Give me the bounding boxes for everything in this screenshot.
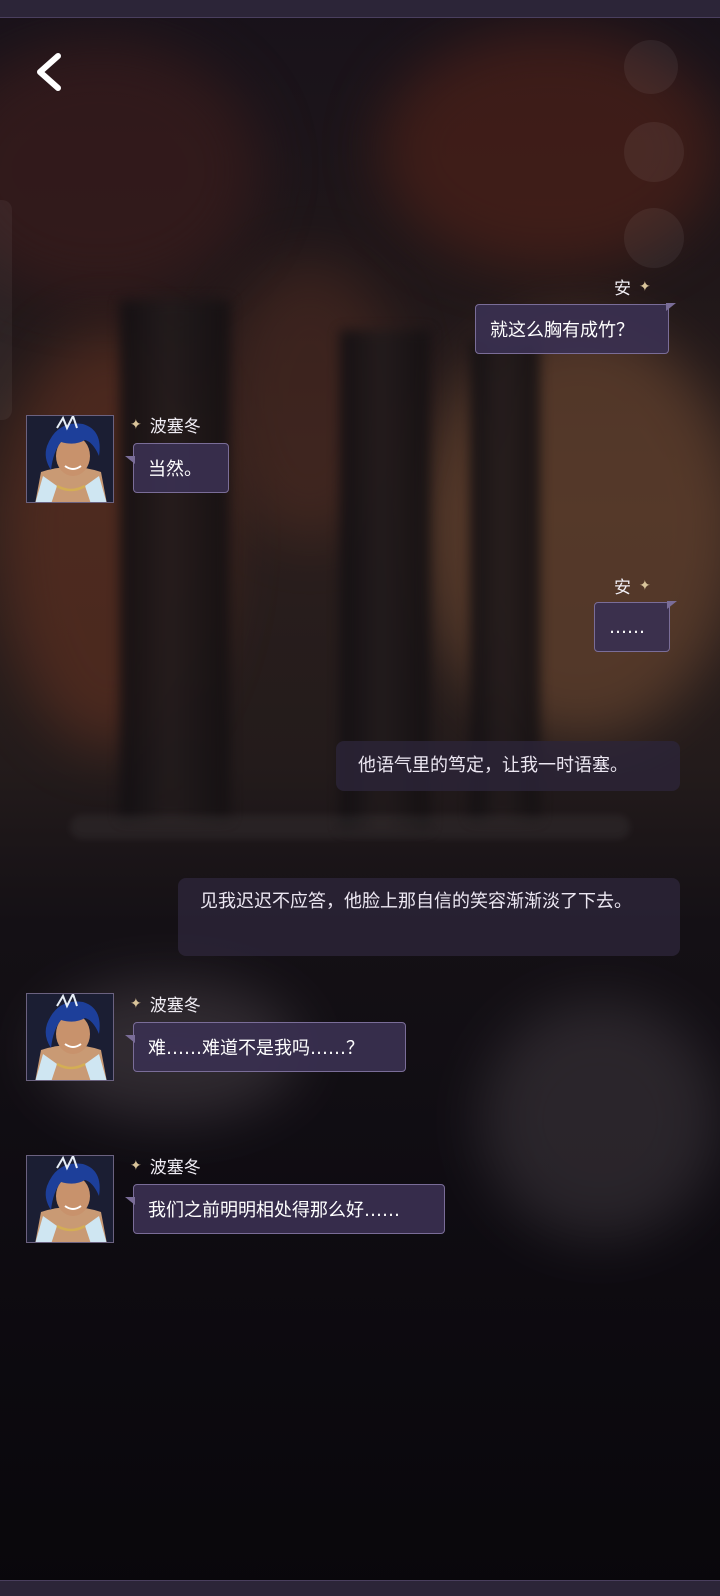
top-frame-bar (0, 0, 720, 18)
speaker-name-row: ✦ 波塞冬 (130, 1153, 201, 1179)
bottom-frame-bar (0, 1580, 720, 1596)
narration-box[interactable]: 他语气里的笃定，让我一时语塞。 (336, 741, 680, 791)
npc-avatar (26, 1155, 114, 1243)
speaker-name: 安 (614, 279, 631, 299)
menu-icon (624, 40, 678, 94)
dialogue-text: 当然。 (148, 459, 202, 480)
narration-text: 他语气里的笃定，让我一时语塞。 (358, 755, 628, 776)
speaker-name: 安 (614, 578, 631, 598)
background-scene (0, 0, 720, 1595)
dialogue-bubble[interactable]: 就这么胸有成竹？ (475, 303, 676, 354)
portrait-image (27, 416, 113, 502)
chat-log-icon (624, 122, 684, 182)
dialogue-text: …… (609, 616, 645, 638)
sparkle-icon: ✦ (639, 278, 651, 295)
back-button[interactable] (30, 50, 74, 94)
dialogue-text: 我们之前明明相处得那么好…… (148, 1200, 400, 1221)
sparkle-icon: ✦ (130, 416, 142, 433)
speaker-name-row: 安 ✦ (614, 274, 651, 300)
chevron-left-icon (37, 53, 61, 91)
side-edge-strip (0, 200, 12, 420)
dialogue-bubble[interactable]: 当然。 (125, 443, 229, 493)
speaker-name-row: ✦ 波塞冬 (130, 991, 201, 1017)
speaker-name: 波塞冬 (149, 417, 201, 437)
dialogue-text: 就这么胸有成竹？ (490, 320, 634, 341)
speaker-name: 波塞冬 (149, 996, 201, 1016)
portrait-image (27, 1156, 113, 1242)
dialogue-text: 难……难道不是我吗……？ (148, 1038, 364, 1059)
background-caption (70, 815, 630, 839)
narration-text: 见我迟迟不应答，他脸上那自信的笑容渐渐淡了下去。 (200, 891, 632, 912)
speaker-name-row: 安 ✦ (614, 573, 651, 599)
auto-play-icon (624, 208, 684, 268)
dialogue-bubble[interactable]: 我们之前明明相处得那么好…… (125, 1184, 445, 1234)
npc-avatar (26, 415, 114, 503)
sparkle-icon: ✦ (130, 995, 142, 1012)
speaker-name-row: ✦ 波塞冬 (130, 412, 201, 438)
sparkle-icon: ✦ (130, 1157, 142, 1174)
narration-box[interactable]: 见我迟迟不应答，他脸上那自信的笑容渐渐淡了下去。 (178, 878, 680, 956)
portrait-image (27, 994, 113, 1080)
speaker-name: 波塞冬 (149, 1158, 201, 1178)
dialogue-bubble[interactable]: …… (594, 601, 677, 652)
dialogue-bubble[interactable]: 难……难道不是我吗……？ (125, 1022, 406, 1072)
npc-avatar (26, 993, 114, 1081)
sparkle-icon: ✦ (639, 577, 651, 594)
